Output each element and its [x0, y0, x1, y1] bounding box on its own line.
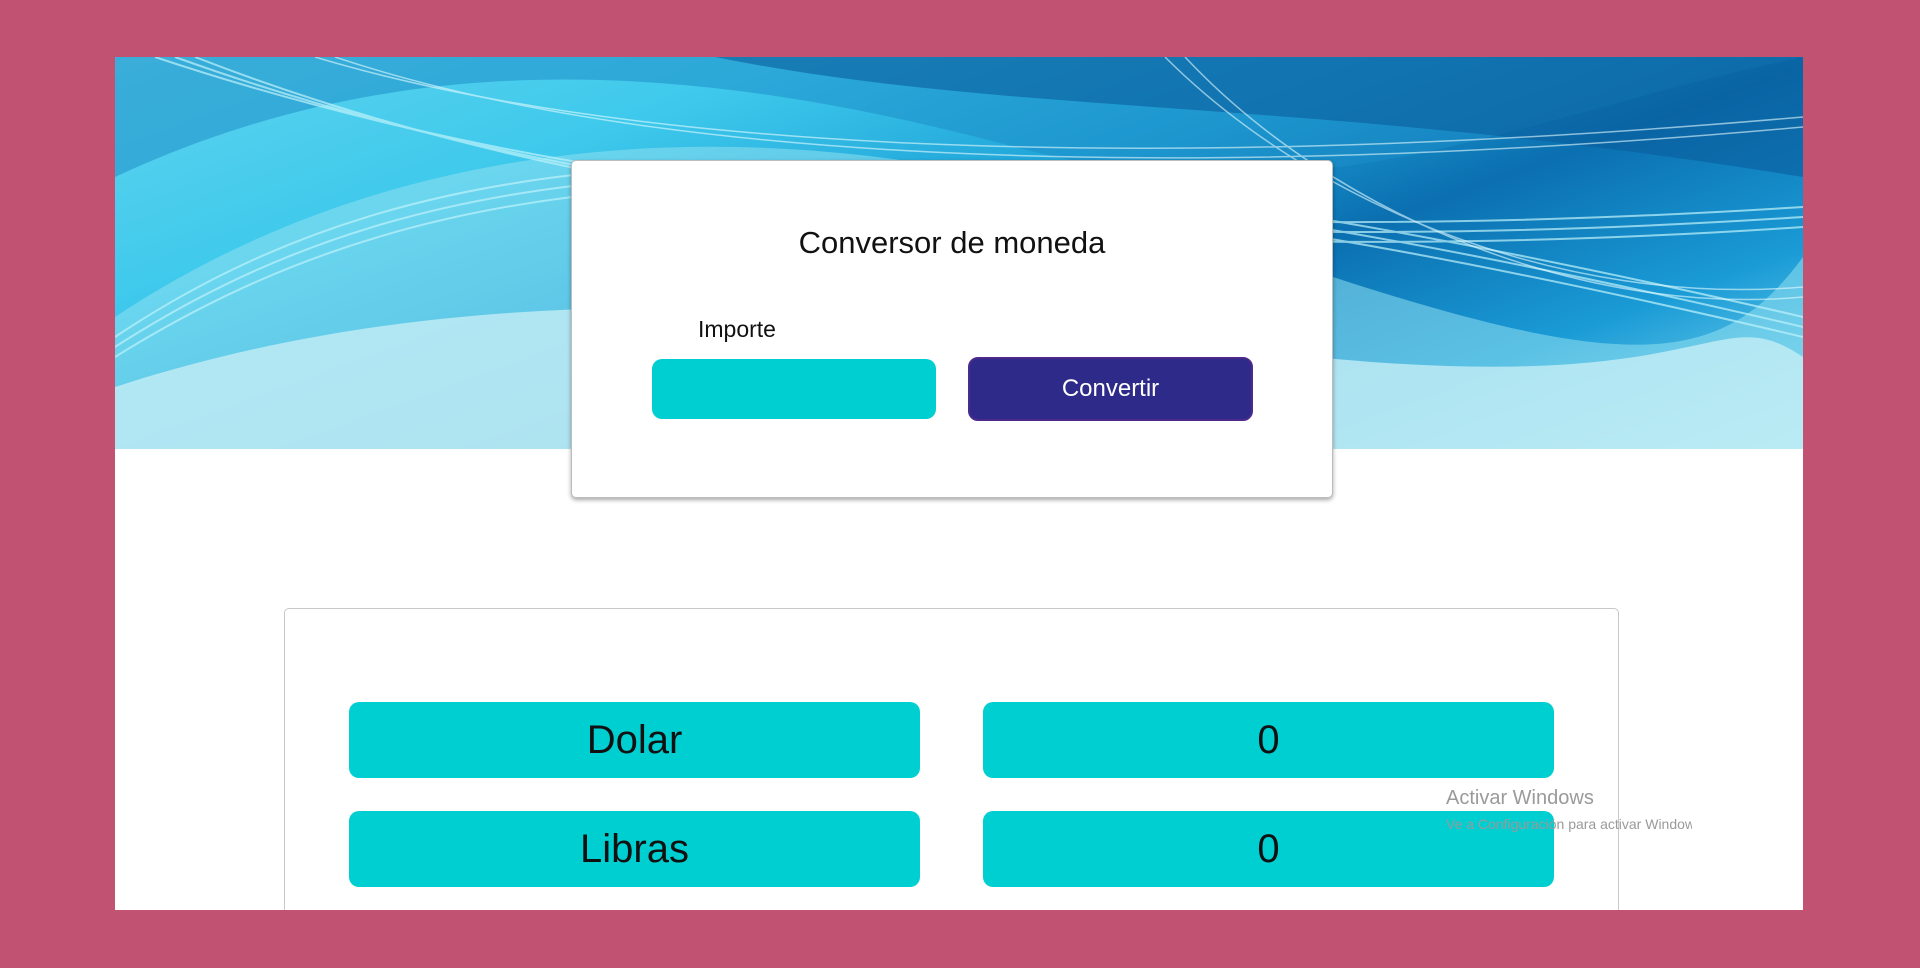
amount-label: Importe [698, 316, 776, 342]
convert-button[interactable]: Convertir [968, 357, 1253, 421]
currency-label-dolar: Dolar [349, 702, 920, 778]
windows-activation-watermark: Activar Windows Ve a Configuración para … [1446, 787, 1692, 832]
converter-card: Conversor de moneda Importe Convertir [571, 160, 1333, 498]
watermark-subtitle: Ve a Configuración para activar Windows. [1446, 816, 1692, 832]
watermark-title: Activar Windows [1446, 787, 1594, 809]
currency-label-libras: Libras [349, 811, 920, 887]
amount-input[interactable] [652, 359, 936, 419]
results-panel: Dolar 0 Libras 0 [284, 608, 1619, 910]
currency-value-dolar: 0 [983, 702, 1554, 778]
card-title: Conversor de moneda [798, 225, 1106, 260]
browser-viewport: Conversor de moneda Importe Convertir Do… [115, 57, 1803, 910]
